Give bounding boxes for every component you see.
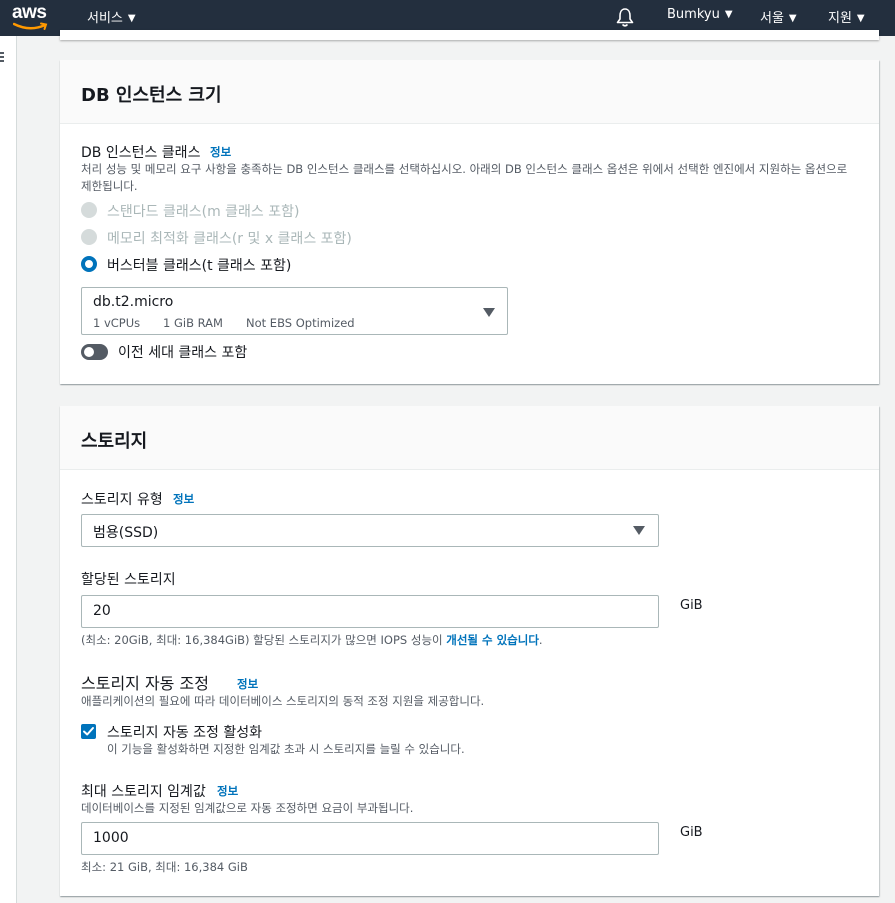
support-menu-label: 지원 [828, 11, 852, 26]
region-menu[interactable]: 서울 ▼ [760, 7, 797, 26]
allocated-storage-label: 할당된 스토리지 [81, 572, 176, 588]
card-title: 스토리지 [81, 431, 148, 452]
radio-memory-optimized-class-label: 메모리 최적화 클래스(r 및 x 클래스 포함) [107, 231, 352, 247]
allocated-storage-hint-end: . [538, 633, 543, 647]
iops-improvement-link[interactable]: 개선될 수 있습니다 [446, 633, 539, 647]
db-instance-class-description: 처리 성능 및 메모리 요구 사항을 충족하는 DB 인스턴스 클래스를 선택하… [81, 162, 848, 193]
caret-down-icon [633, 526, 645, 535]
caret-down-icon: ▼ [127, 13, 136, 24]
bell-icon[interactable] [614, 6, 636, 28]
aws-logo[interactable]: aws [12, 2, 52, 34]
caret-down-icon: ▼ [788, 13, 797, 24]
previous-generation-toggle-label: 이전 세대 클래스 포함 [118, 345, 248, 361]
storage-type-value: 범용(SSD) [93, 525, 159, 541]
db-instance-size-card: DB 인스턴스 크기 DB 인스턴스 클래스 정보 처리 성능 및 메모리 요구… [60, 60, 879, 384]
instance-class-select[interactable]: db.t2.micro 1 vCPUs 1 GiB RAM Not EBS Op… [81, 287, 508, 335]
max-storage-threshold-input[interactable]: 1000 [81, 822, 659, 855]
storage-autoscaling-checkbox[interactable] [81, 724, 96, 739]
storage-card: 스토리지 스토리지 유형 정보 범용(SSD) 할당된 스토리지 20 GiB … [60, 406, 879, 896]
checkmark-icon [83, 727, 94, 736]
info-link[interactable]: 정보 [217, 783, 238, 799]
info-link[interactable]: 정보 [210, 144, 231, 160]
storage-autoscaling-description: 애플리케이션의 필요에 따라 데이터베이스 스토리지의 동적 조정 지원을 제공… [81, 694, 485, 708]
storage-type-label: 스토리지 유형 [81, 492, 163, 508]
services-menu[interactable]: 서비스 ▼ [87, 7, 136, 26]
info-link[interactable]: 정보 [173, 491, 194, 507]
radio-burstable-class-label: 버스터블 클래스(t 클래스 포함) [107, 258, 292, 274]
storage-autoscaling-title: 스토리지 자동 조정 [81, 674, 209, 693]
card-header: DB 인스턴스 크기 [60, 60, 879, 124]
caret-down-icon: ▼ [724, 9, 733, 20]
max-storage-threshold-hint: 최소: 21 GiB, 최대: 16,384 GiB [81, 860, 248, 874]
instance-ebs: Not EBS Optimized [246, 316, 355, 330]
region-menu-label: 서울 [760, 11, 784, 26]
instance-class-name: db.t2.micro [93, 294, 174, 310]
db-instance-class-label: DB 인스턴스 클래스 [81, 145, 201, 161]
caret-down-icon [483, 308, 495, 317]
radio-memory-optimized-class[interactable] [81, 229, 97, 245]
max-storage-threshold-label: 최대 스토리지 임계값 [81, 784, 206, 800]
aws-logo-text: aws [12, 2, 47, 23]
info-link[interactable]: 정보 [237, 676, 258, 692]
radio-standard-class-label: 스탠다드 클래스(m 클래스 포함) [107, 204, 300, 220]
user-menu-label: Bumkyu [667, 7, 720, 22]
instance-vcpu: 1 vCPUs [93, 316, 141, 330]
instance-ram: 1 GiB RAM [163, 316, 223, 330]
support-menu[interactable]: 지원 ▼ [828, 7, 865, 26]
storage-autoscaling-checkbox-description: 이 기능을 활성화하면 지정한 임계값 초과 시 스토리지를 늘릴 수 있습니다… [107, 742, 465, 756]
caret-down-icon: ▼ [856, 13, 865, 24]
user-menu[interactable]: Bumkyu ▼ [667, 7, 733, 22]
radio-standard-class[interactable] [81, 202, 97, 218]
max-storage-threshold-unit: GiB [680, 825, 703, 840]
allocated-storage-hint-text: (최소: 20GiB, 최대: 16,384GiB) 할당된 스토리지가 많으면… [81, 633, 447, 647]
storage-autoscaling-checkbox-label: 스토리지 자동 조정 활성화 [107, 725, 263, 741]
card-header: 스토리지 [60, 406, 879, 470]
radio-burstable-class[interactable] [81, 256, 97, 272]
storage-type-select[interactable]: 범용(SSD) [81, 514, 659, 547]
aws-smile-icon [13, 22, 48, 30]
card-title: DB 인스턴스 크기 [81, 85, 222, 106]
services-menu-label: 서비스 [87, 11, 123, 26]
side-navigation-collapsed [0, 36, 17, 903]
allocated-storage-input[interactable]: 20 [81, 595, 659, 628]
allocated-storage-unit: GiB [680, 598, 703, 613]
max-storage-threshold-description: 데이터베이스를 지정된 임계값으로 자동 조정하면 요금이 부과됩니다. [81, 801, 414, 815]
previous-generation-toggle[interactable] [81, 344, 108, 360]
allocated-storage-hint: (최소: 20GiB, 최대: 16,384GiB) 할당된 스토리지가 많으면… [81, 632, 543, 649]
previous-section-card [60, 30, 879, 40]
hamburger-menu-icon[interactable] [0, 52, 6, 64]
